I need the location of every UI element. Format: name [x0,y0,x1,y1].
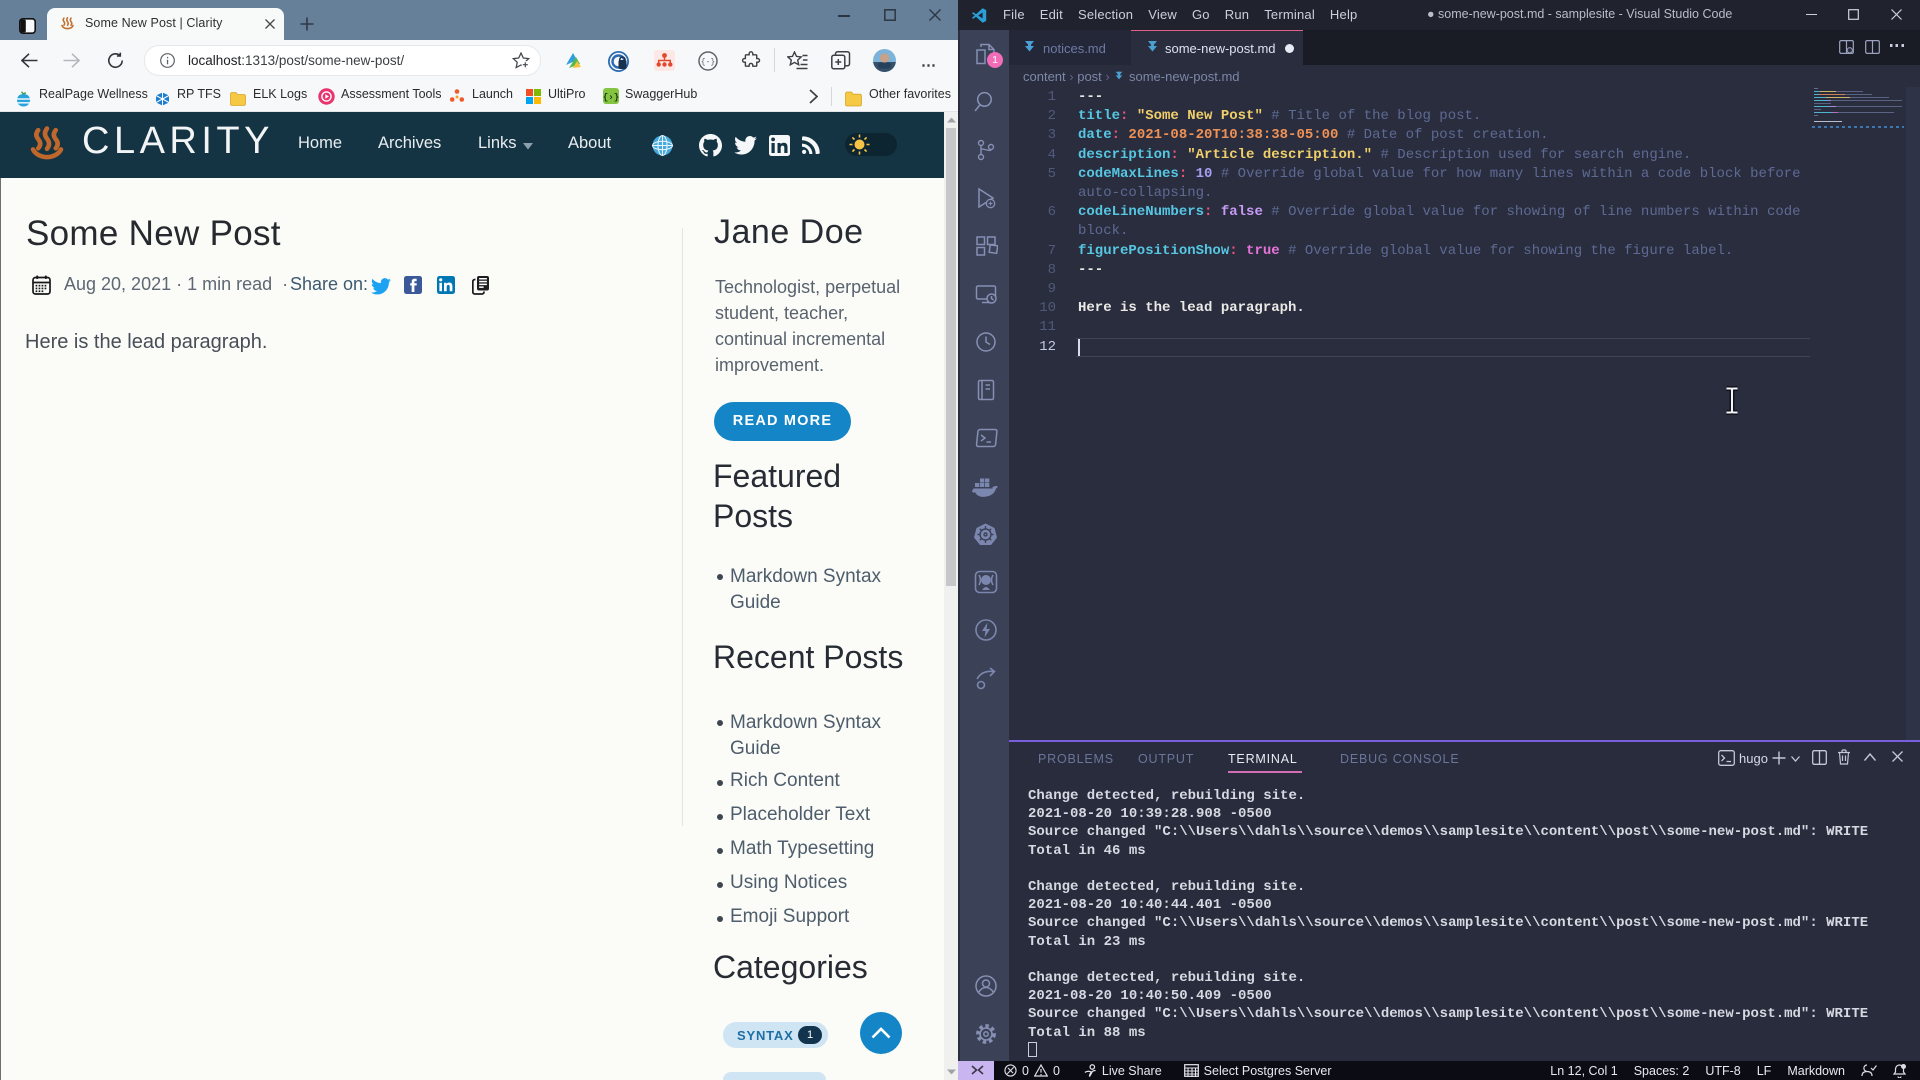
svg-text:{›}: {›} [603,93,619,103]
svg-text:{-}: {-} [701,58,715,67]
